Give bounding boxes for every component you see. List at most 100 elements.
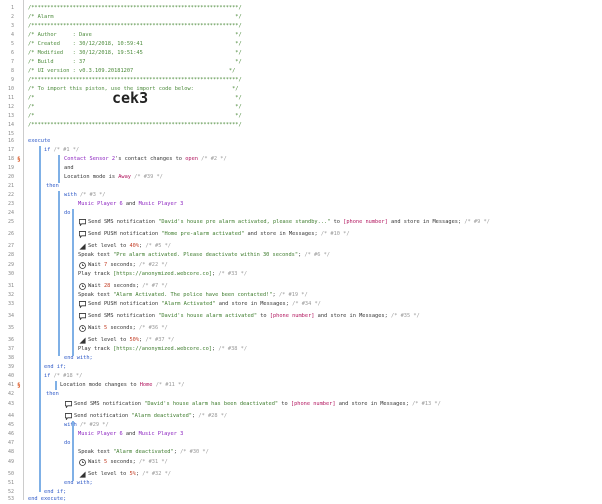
line-number: 46: [7, 431, 14, 437]
code-line[interactable]: execute: [28, 137, 50, 146]
code-line[interactable]: /***************************************…: [28, 22, 242, 31]
code-line[interactable]: end with;: [64, 354, 93, 363]
code-line[interactable]: if /* #18 */: [44, 372, 82, 381]
code-line[interactable]: Location mode is Away /* #39 */: [64, 173, 163, 182]
code-line[interactable]: Send notification "Alarm deactivated"; /…: [74, 412, 227, 421]
code-line[interactable]: and: [64, 164, 74, 173]
trigger-marker-icon[interactable]: §: [17, 155, 23, 164]
code-line[interactable]: /* To import this piston, use the import…: [28, 85, 238, 94]
level-icon: [79, 337, 86, 344]
line-number: 43: [7, 401, 14, 407]
code-line[interactable]: Wait 28 seconds; /* #7 */: [88, 282, 168, 291]
code-token: /* #1 */: [53, 147, 80, 153]
block-indicator-bar: [72, 439, 74, 479]
code-line[interactable]: /* */: [28, 112, 242, 121]
code-line[interactable]: Speak text "Alarm Activated. The police …: [78, 291, 308, 300]
code-token: 40%: [129, 243, 140, 249]
code-line[interactable]: Wait 7 seconds; /* #22 */: [88, 261, 168, 270]
code-token: if: [44, 373, 54, 379]
code-line[interactable]: Send SMS notification "David's house ala…: [74, 400, 441, 409]
code-line[interactable]: Speak text "Pre alarm activated. Please …: [78, 251, 330, 260]
code-line[interactable]: /***************************************…: [28, 4, 242, 13]
code-line[interactable]: /* Created : 30/12/2018, 10:59:41 */: [28, 40, 242, 49]
code-line[interactable]: /* Author : Dave */: [28, 31, 242, 40]
code-line[interactable]: then: [46, 390, 59, 399]
code-token: /* */: [28, 113, 242, 119]
code-line[interactable]: Send PUSH notification "Home pre-alarm a…: [88, 230, 350, 239]
code-line[interactable]: Wait 5 seconds; /* #36 */: [88, 324, 168, 333]
code-line[interactable]: end with;: [64, 479, 93, 488]
code-line[interactable]: do: [64, 439, 70, 448]
code-token: /* Created : 30/12/2018, 10:59:41 */: [28, 41, 242, 47]
line-number: 20: [7, 174, 14, 180]
line-number: 23: [7, 201, 14, 207]
line-number: 12: [7, 104, 14, 110]
code-line[interactable]: Set level to 40%; /* #5 */: [88, 242, 171, 251]
code-token: "Alarm deactivated": [131, 413, 192, 419]
line-number: 6: [10, 50, 14, 56]
code-line[interactable]: Set level to 5%; /* #32 */: [88, 470, 171, 479]
line-number: 34: [7, 313, 14, 319]
code-token: "David's house alarm activated": [158, 313, 258, 319]
code-token: seconds;: [107, 325, 140, 331]
code-line[interactable]: /* UI version : v0.3.109.20181207 */: [28, 67, 235, 76]
code-line[interactable]: then: [46, 182, 59, 191]
code-line[interactable]: /* Alarm */: [28, 13, 242, 22]
line-number: 49: [7, 459, 14, 465]
code-line[interactable]: /* Build : 37 */: [28, 58, 242, 67]
code-token: Music Player 3: [138, 431, 184, 437]
code-line[interactable]: /***************************************…: [28, 76, 242, 85]
code-line[interactable]: if /* #1 */: [44, 146, 79, 155]
line-number: 39: [7, 364, 14, 370]
code-token: Location mode is: [64, 174, 119, 180]
piston-code-view: cek3 1/*********************************…: [0, 0, 602, 502]
code-token: Send SMS notification: [74, 401, 145, 407]
code-line[interactable]: Wait 5 seconds; /* #31 */: [88, 458, 168, 467]
code-line[interactable]: Location mode changes to Home /* #11 */: [60, 381, 184, 390]
code-line[interactable]: Send SMS notification "David's house ala…: [88, 312, 420, 321]
code-line[interactable]: with /* #3 */: [64, 191, 105, 200]
code-line[interactable]: Set level to 50%; /* #37 */: [88, 336, 174, 345]
clock-icon: [79, 262, 86, 269]
code-line[interactable]: Play track [https://anonymized.webcore.c…: [78, 270, 247, 279]
message-icon: [65, 413, 72, 420]
code-token: to: [278, 401, 291, 407]
line-number: 31: [7, 283, 14, 289]
code-token: "Pre alarm activated. Please deactivate …: [113, 252, 299, 258]
code-token: Wait: [88, 459, 104, 465]
code-line[interactable]: Send SMS notification "David's house pre…: [88, 218, 490, 227]
line-number: 48: [7, 449, 14, 455]
code-line[interactable]: /* Modified : 30/12/2018, 19:51:45 */: [28, 49, 242, 58]
code-token: Speak text: [78, 449, 114, 455]
code-token: Play track: [78, 346, 114, 352]
code-line[interactable]: Speak text "Alarm deactivated"; /* #30 *…: [78, 448, 209, 457]
code-line[interactable]: Play track [https://anonymized.webcore.c…: [78, 345, 247, 354]
code-line[interactable]: /* */: [28, 103, 242, 112]
code-line[interactable]: Music Player 6 and Music Player 3: [78, 430, 183, 439]
line-number: 5: [10, 41, 14, 47]
code-token: /* #32 */: [142, 471, 171, 477]
code-line[interactable]: with /* #29 */: [64, 421, 109, 430]
block-indicator-bar: [55, 381, 57, 390]
code-token: /* Alarm */: [28, 14, 242, 20]
line-number: 40: [7, 373, 14, 379]
code-token: Send PUSH notification: [88, 231, 162, 237]
code-token: /* #37 */: [145, 337, 175, 343]
code-line[interactable]: do: [64, 209, 70, 218]
code-line[interactable]: /***************************************…: [28, 121, 242, 130]
line-number: 3: [10, 23, 14, 29]
trigger-marker-icon[interactable]: §: [17, 381, 23, 390]
code-line[interactable]: /* */: [28, 94, 242, 103]
code-token: seconds;: [110, 283, 143, 289]
code-line[interactable]: Send PUSH notification "Alarm Activated"…: [88, 300, 321, 309]
message-icon: [79, 301, 86, 308]
code-token: /* Build : 37 */: [28, 59, 242, 65]
code-token: Wait: [88, 283, 104, 289]
code-token: then: [46, 391, 59, 397]
line-number: 8: [10, 68, 14, 74]
line-number: 21: [7, 183, 14, 189]
clock-icon: [79, 283, 86, 290]
code-line[interactable]: end if;: [44, 363, 66, 372]
code-line[interactable]: Contact Sensor 2's contact changes to op…: [64, 155, 227, 164]
code-line[interactable]: Music Player 6 and Music Player 3: [78, 200, 183, 209]
